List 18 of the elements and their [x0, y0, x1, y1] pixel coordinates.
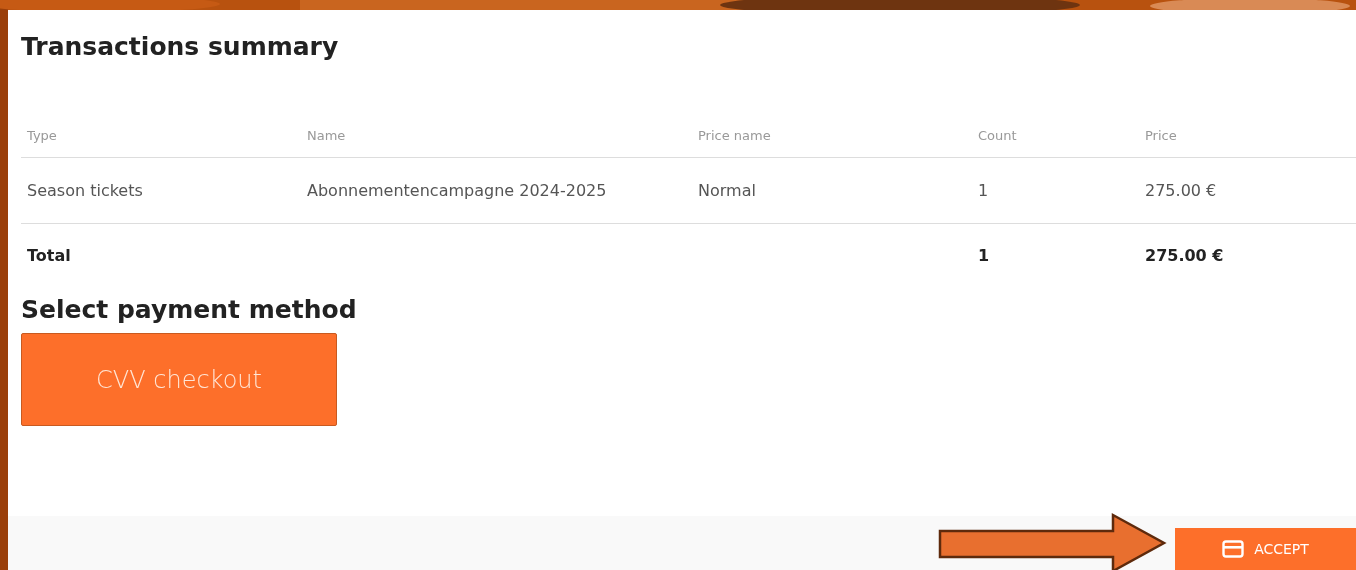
table-cell: Abonnementencampagne 2024-2025	[301, 157, 692, 223]
column-header: Price name	[692, 105, 972, 157]
payment-method-button[interactable]: CVV checkout	[21, 333, 337, 426]
table-cell: 1	[972, 157, 1139, 223]
column-header: Count	[972, 105, 1139, 157]
total-count: 1	[972, 223, 1139, 287]
credit-card-icon	[1222, 540, 1245, 558]
accept-button[interactable]: ACCEPT	[1175, 528, 1356, 570]
column-header: Price	[1139, 105, 1356, 157]
total-price: 275.00 €	[1139, 223, 1356, 287]
column-header: Name	[301, 105, 692, 157]
total-label: Total	[21, 223, 301, 287]
section-title: Select payment method	[21, 295, 357, 324]
table-cell: 275.00 €	[1139, 157, 1356, 223]
table-cell: Season tickets	[21, 157, 301, 223]
table-cell: Normal	[692, 157, 972, 223]
section-title: Transactions summary	[21, 32, 339, 61]
column-header: Type	[21, 105, 301, 157]
